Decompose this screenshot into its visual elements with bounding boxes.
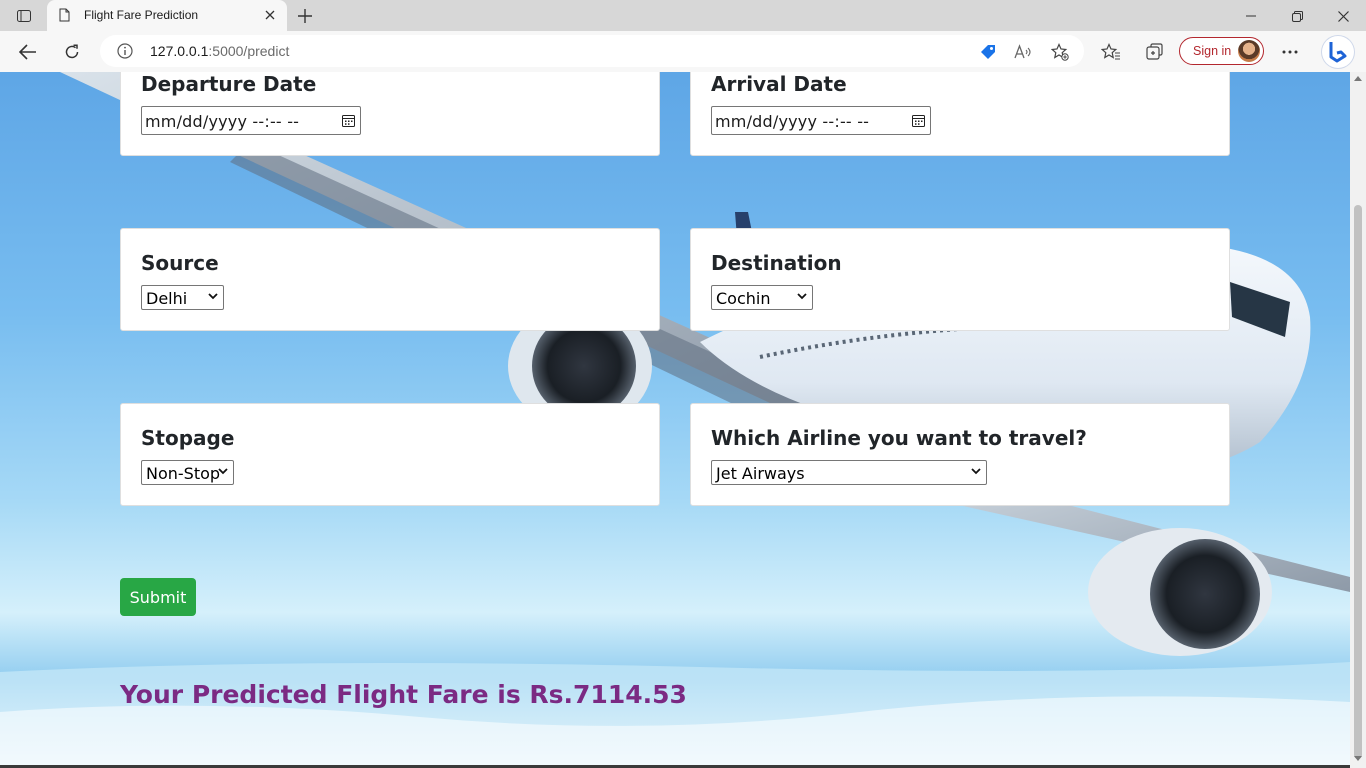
browser-toolbar: 127.0.0.1:5000/predict Sign in (0, 31, 1366, 73)
more-options-icon[interactable] (1278, 40, 1302, 64)
url-text[interactable]: 127.0.0.1:5000/predict (150, 43, 289, 59)
tab-strip: Flight Fare Prediction (0, 0, 1366, 31)
destination-select[interactable]: Cochin (711, 285, 813, 310)
submit-button[interactable]: Submit (120, 578, 196, 616)
address-bar[interactable]: 127.0.0.1:5000/predict (100, 35, 1084, 67)
profile-avatar (1238, 40, 1260, 62)
url-path: :5000/predict (208, 43, 290, 59)
departure-date-input[interactable]: mm/dd/yyyy --:-- -- (141, 106, 361, 135)
calendar-icon[interactable] (912, 114, 925, 127)
scroll-up-icon[interactable] (1354, 76, 1362, 81)
info-icon[interactable] (117, 43, 133, 64)
url-host: 127.0.0.1 (150, 43, 209, 59)
minimize-icon[interactable] (1237, 6, 1265, 26)
add-favorite-icon[interactable] (1051, 43, 1069, 61)
destination-selected-value: Cochin (716, 289, 771, 308)
arrival-date-card: Arrival Date mm/dd/yyyy --:-- -- (690, 72, 1230, 156)
sign-in-label: Sign in (1193, 44, 1232, 58)
arrival-date-placeholder: mm/dd/yyyy --:-- -- (715, 112, 870, 131)
source-label: Source (141, 251, 219, 275)
page-icon (59, 8, 70, 27)
stopage-selected-value: Non-Stop (146, 464, 221, 483)
scroll-down-icon[interactable] (1354, 756, 1362, 761)
chevron-down-icon (971, 468, 981, 475)
destination-label: Destination (711, 251, 842, 275)
source-select[interactable]: Delhi (141, 285, 224, 310)
read-aloud-icon[interactable] (1014, 43, 1032, 61)
chevron-down-icon (218, 468, 228, 475)
source-card: Source Delhi (120, 228, 660, 331)
airline-select[interactable]: Jet Airways (711, 460, 987, 485)
calendar-icon[interactable] (342, 114, 355, 127)
close-window-icon[interactable] (1329, 6, 1357, 26)
stopage-select[interactable]: Non-Stop (141, 460, 234, 485)
airline-selected-value: Jet Airways (716, 464, 805, 483)
departure-date-card: Departure Date mm/dd/yyyy --:-- -- (120, 72, 660, 156)
favorites-icon[interactable] (1099, 40, 1123, 64)
close-tab-icon[interactable] (262, 7, 278, 23)
departure-date-label: Departure Date (141, 72, 317, 96)
new-tab-icon[interactable] (295, 6, 315, 26)
sign-in-button[interactable]: Sign in (1179, 37, 1264, 65)
scroll-thumb[interactable] (1354, 205, 1362, 759)
arrival-date-input[interactable]: mm/dd/yyyy --:-- -- (711, 106, 931, 135)
refresh-icon[interactable] (60, 40, 84, 64)
chevron-down-icon (208, 293, 218, 300)
restore-icon[interactable] (1283, 6, 1311, 26)
predicted-fare-result: Your Predicted Flight Fare is Rs.7114.53 (120, 680, 687, 709)
tab-actions-icon[interactable] (12, 6, 36, 26)
tab-title: Flight Fare Prediction (84, 8, 199, 22)
destination-card: Destination Cochin (690, 228, 1230, 331)
browser-tab[interactable]: Flight Fare Prediction (47, 0, 287, 31)
source-selected-value: Delhi (146, 289, 188, 308)
back-icon[interactable] (16, 40, 40, 64)
stopage-label: Stopage (141, 426, 235, 450)
stopage-card: Stopage Non-Stop (120, 403, 660, 506)
page-scrollbar[interactable] (1350, 72, 1366, 768)
airline-label: Which Airline you want to travel? (711, 426, 1087, 450)
airline-card: Which Airline you want to travel? Jet Ai… (690, 403, 1230, 506)
chevron-down-icon (797, 293, 807, 300)
shopping-tag-icon[interactable] (979, 43, 997, 61)
page-viewport: Departure Date mm/dd/yyyy --:-- -- Arriv… (0, 72, 1350, 765)
departure-date-placeholder: mm/dd/yyyy --:-- -- (145, 112, 300, 131)
bing-copilot-icon[interactable] (1322, 36, 1354, 68)
collections-icon[interactable] (1143, 40, 1167, 64)
arrival-date-label: Arrival Date (711, 72, 847, 96)
